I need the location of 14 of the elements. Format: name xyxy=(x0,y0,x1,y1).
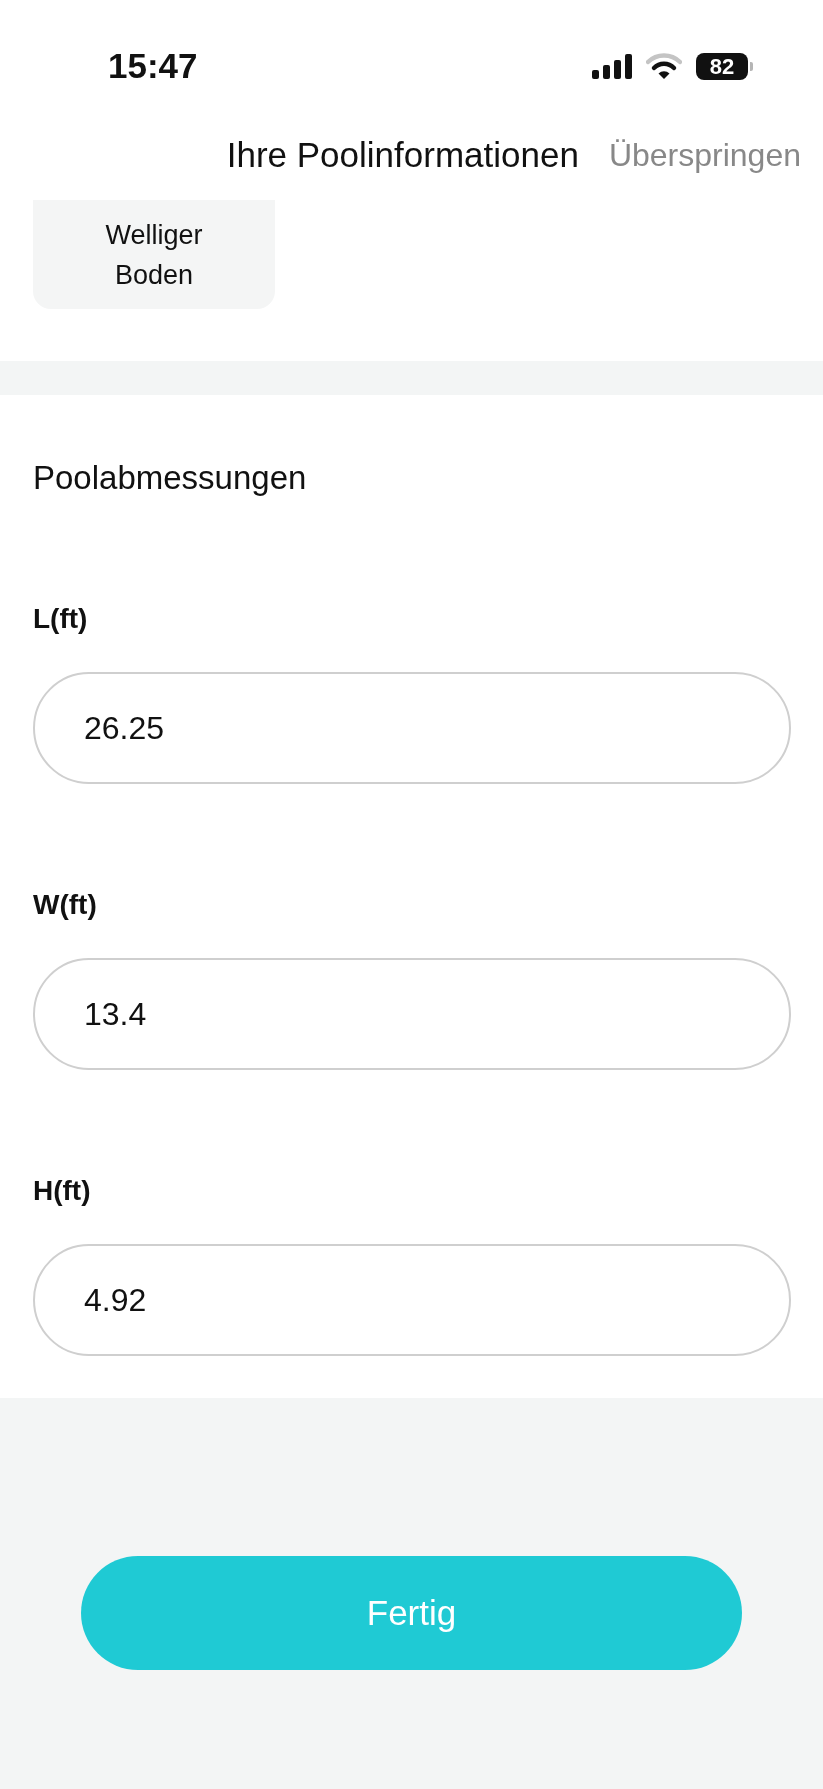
dimension-field[interactable]: 13.4 xyxy=(33,958,791,1070)
cellular-signal-icon xyxy=(592,53,632,79)
dimension-field[interactable]: 26.25 xyxy=(33,672,791,784)
floor-option[interactable]: Welliger Boden xyxy=(33,200,275,309)
field-label: H(ft) xyxy=(33,1174,92,1208)
dimension-field[interactable]: 4.92 xyxy=(33,1244,791,1356)
section-heading: Poolabmessungen xyxy=(33,458,308,498)
page-title: Ihre Poolinformationen xyxy=(226,134,579,176)
skip-button[interactable]: Überspringen xyxy=(608,134,801,176)
field-label: W(ft) xyxy=(33,888,98,922)
status-time: 15:47 xyxy=(108,48,198,84)
field-label: L(ft) xyxy=(33,602,89,636)
wifi-icon xyxy=(646,53,682,79)
battery-indicator: 82 xyxy=(696,52,753,80)
